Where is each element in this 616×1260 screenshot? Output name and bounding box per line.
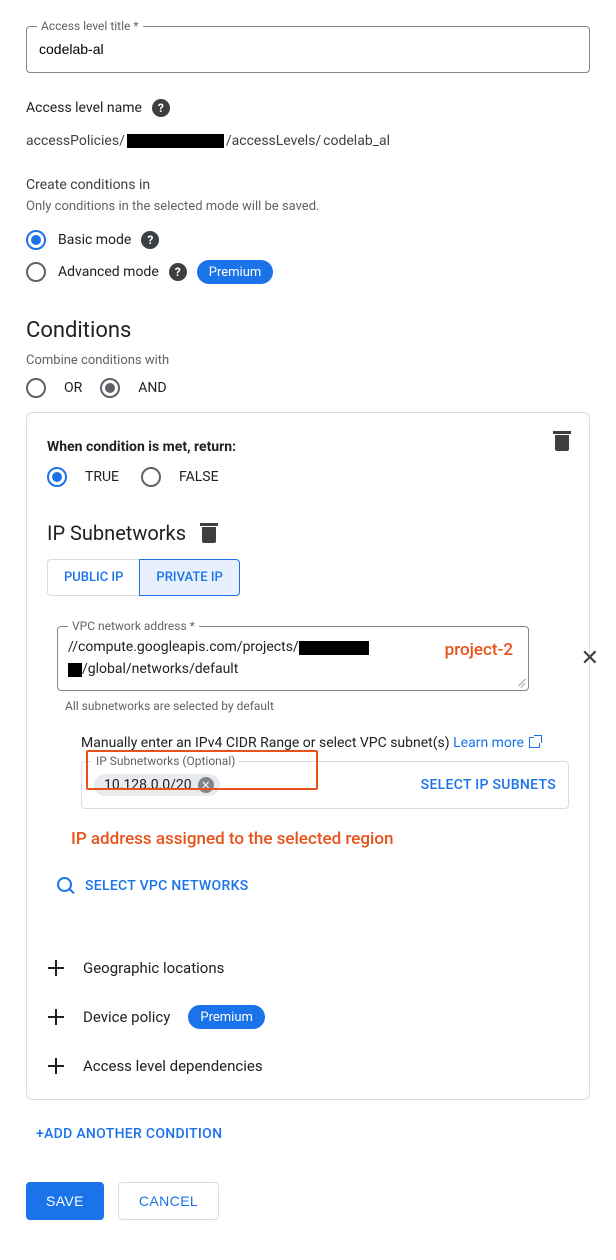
redacted-project [299, 641, 369, 655]
access-level-name-label: Access level name [26, 100, 142, 116]
remove-ip-chip-icon[interactable]: ✕ [198, 777, 214, 793]
ip-type-tabs: PUBLIC IP PRIVATE IP [47, 559, 569, 596]
return-true-radio[interactable] [47, 467, 67, 487]
delete-ip-subnetworks-icon[interactable] [200, 523, 218, 543]
add-device-policy-row[interactable]: Device policy Premium [47, 1005, 569, 1029]
select-vpc-networks-button[interactable]: SELECT VPC NETWORKS [85, 878, 249, 894]
vpc-network-address-label: VPC network address * [68, 619, 199, 633]
select-ip-subnets-button[interactable]: SELECT IP SUBNETS [421, 777, 556, 793]
annotation-ip: IP address assigned to the selected regi… [71, 829, 569, 849]
ip-subnetworks-label: IP Subnetworks (Optional) [92, 754, 239, 768]
subnet-caption: All subnetworks are selected by default [65, 699, 569, 713]
annotation-project: project-2 [445, 640, 513, 660]
advanced-mode-radio[interactable] [26, 262, 46, 282]
access-level-name-value: accessPolicies//accessLevels/codelab_al [26, 133, 590, 149]
redacted-prefix [68, 663, 82, 677]
delete-condition-icon[interactable] [553, 431, 571, 451]
plus-icon [47, 1057, 65, 1075]
return-row: TRUE FALSE [47, 467, 569, 487]
add-access-level-deps-row[interactable]: Access level dependencies [47, 1057, 569, 1075]
ip-subnetworks-heading: IP Subnetworks [47, 521, 569, 545]
combine-row: OR AND [26, 378, 590, 398]
basic-mode-row[interactable]: Basic mode ? [26, 230, 590, 250]
access-level-title-field[interactable]: Access level title * [26, 26, 590, 73]
external-link-icon [529, 737, 540, 748]
vpc-entry: VPC network address * //compute.googleap… [47, 596, 569, 931]
help-icon[interactable]: ? [152, 99, 170, 117]
combine-or-radio[interactable] [26, 378, 46, 398]
add-another-condition-button[interactable]: +ADD ANOTHER CONDITION [26, 1126, 590, 1142]
resize-handle-icon[interactable] [515, 677, 525, 687]
remove-vpc-icon[interactable]: ✕ [581, 646, 599, 671]
combine-and-radio[interactable] [100, 378, 120, 398]
button-bar: SAVE CANCEL [26, 1182, 590, 1220]
manual-cidr-block: Manually enter an IPv4 CIDR Range or sel… [81, 735, 569, 849]
tab-public-ip[interactable]: PUBLIC IP [47, 559, 139, 596]
plus-icon [47, 959, 65, 977]
when-condition-label: When condition is met, return: [47, 439, 569, 455]
premium-badge: Premium [188, 1005, 265, 1029]
create-conditions-label: Create conditions in [26, 177, 590, 193]
access-level-name-row: Access level name ? [26, 99, 590, 117]
condition-card: When condition is met, return: TRUE FALS… [26, 412, 590, 1100]
search-icon [57, 877, 75, 895]
plus-icon [47, 1008, 65, 1026]
create-conditions-helper: Only conditions in the selected mode wil… [26, 199, 590, 214]
advanced-mode-row[interactable]: Advanced mode ? Premium [26, 260, 590, 284]
conditions-heading: Conditions [26, 318, 590, 343]
cancel-button[interactable]: CANCEL [118, 1182, 219, 1220]
tab-private-ip[interactable]: PRIVATE IP [139, 559, 239, 596]
combine-label: Combine conditions with [26, 353, 590, 368]
access-level-title-input[interactable] [39, 41, 577, 57]
save-button[interactable]: SAVE [26, 1182, 104, 1220]
basic-mode-radio[interactable] [26, 230, 46, 250]
redacted-org-id [127, 134, 224, 148]
help-icon[interactable]: ? [169, 263, 187, 281]
learn-more-link[interactable]: Learn more [453, 735, 540, 751]
help-icon[interactable]: ? [141, 231, 159, 249]
premium-badge: Premium [197, 260, 274, 284]
select-vpc-networks-row[interactable]: SELECT VPC NETWORKS [57, 877, 569, 895]
access-level-title-label: Access level title * [37, 19, 143, 33]
ip-subnetworks-field[interactable]: IP Subnetworks (Optional) 10.128.0.0/20 … [81, 761, 569, 809]
ip-chip: 10.128.0.0/20 ✕ [94, 774, 220, 796]
manual-cidr-text: Manually enter an IPv4 CIDR Range or sel… [81, 735, 569, 751]
return-false-radio[interactable] [141, 467, 161, 487]
add-geographic-locations-row[interactable]: Geographic locations [47, 959, 569, 977]
